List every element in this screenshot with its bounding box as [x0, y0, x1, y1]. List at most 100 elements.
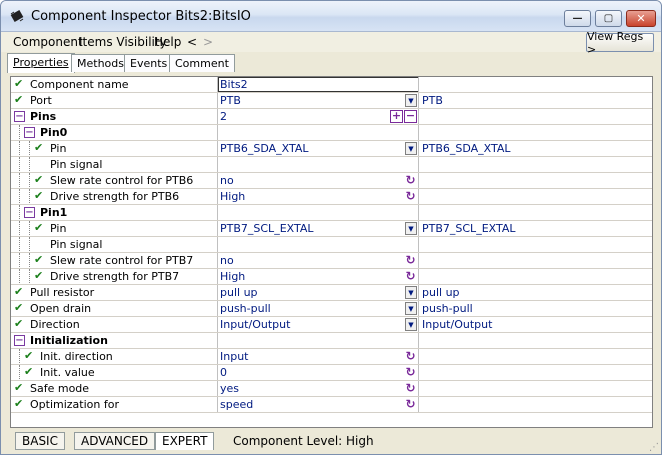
property-extra-cell: [420, 205, 652, 220]
menu-forward[interactable]: >: [203, 35, 213, 49]
checkmark-icon: ✔: [34, 173, 44, 186]
collapse-icon[interactable]: −: [14, 111, 25, 122]
reset-icon[interactable]: ↻: [404, 174, 417, 187]
title-bar[interactable]: Component Inspector Bits2:BitsIO — ▢ ✕: [1, 1, 661, 32]
property-value-cell[interactable]: speed ↻: [218, 397, 419, 412]
collapse-icon[interactable]: −: [24, 127, 35, 138]
property-value-cell[interactable]: High ↻: [218, 189, 419, 204]
property-row[interactable]: ✔ Component name Bits2: [11, 77, 652, 93]
close-button[interactable]: ✕: [626, 10, 656, 27]
property-row[interactable]: ✔ Safe mode yes ↻: [11, 381, 652, 397]
remove-pin-icon[interactable]: −: [404, 110, 417, 123]
property-value-cell[interactable]: Bits2: [218, 77, 419, 92]
tab-events[interactable]: Events: [124, 54, 174, 72]
checkmark-icon: ✔: [34, 253, 44, 266]
property-row[interactable]: ✔ Open drain push-pull ▼ push-pull: [11, 301, 652, 317]
reset-icon[interactable]: ↻: [404, 382, 417, 395]
reset-icon[interactable]: ↻: [404, 398, 417, 411]
property-row[interactable]: ✔ Optimization for speed ↻: [11, 397, 652, 413]
menu-component[interactable]: Component: [13, 35, 83, 49]
property-name-cell: − Pin0: [11, 125, 218, 140]
collapse-icon[interactable]: −: [14, 335, 25, 346]
view-regs-button[interactable]: View Regs >: [586, 30, 654, 56]
tab-methods[interactable]: Methods: [71, 54, 130, 72]
tab-properties[interactable]: Properties: [7, 53, 75, 73]
property-row[interactable]: − Pin0: [11, 125, 652, 141]
property-value-cell[interactable]: 0 ↻: [218, 365, 419, 380]
tab-comment[interactable]: Comment: [169, 54, 235, 72]
property-row[interactable]: ✔ Direction Input/Output ▼ Input/Output: [11, 317, 652, 333]
property-name-cell: ✔ Init. direction: [11, 349, 218, 364]
tree-line: [19, 237, 20, 252]
minimize-button[interactable]: —: [564, 10, 591, 27]
property-extra-cell: [420, 269, 652, 284]
property-row[interactable]: − Pins 2 + −: [11, 109, 652, 125]
property-value-cell[interactable]: pull up ▼: [218, 285, 419, 300]
tree-line: [29, 237, 30, 252]
tree-line: [29, 189, 30, 204]
add-pin-icon[interactable]: +: [390, 110, 403, 123]
property-row[interactable]: ✔ Slew rate control for PTB6 no ↻: [11, 173, 652, 189]
property-row[interactable]: ✔ Drive strength for PTB6 High ↻: [11, 189, 652, 205]
property-value-cell[interactable]: PTB ▼: [218, 93, 419, 108]
dropdown-arrow-icon[interactable]: ▼: [405, 142, 417, 155]
dropdown-arrow-icon[interactable]: ▼: [405, 222, 417, 235]
property-row[interactable]: ✔ Slew rate control for PTB7 no ↻: [11, 253, 652, 269]
property-row[interactable]: ✔ Pin PTB7_SCL_EXTAL ▼ PTB7_SCL_EXTAL: [11, 221, 652, 237]
property-value: speed: [220, 398, 254, 411]
property-value-cell[interactable]: 2 + −: [218, 109, 419, 124]
property-row[interactable]: Pin signal: [11, 157, 652, 173]
property-value-cell[interactable]: Input/Output ▼: [218, 317, 419, 332]
property-extra-cell: PTB: [420, 93, 652, 108]
reset-icon[interactable]: ↻: [404, 350, 417, 363]
property-value-cell[interactable]: push-pull ▼: [218, 301, 419, 316]
reset-icon[interactable]: ↻: [404, 366, 417, 379]
maximize-button[interactable]: ▢: [595, 10, 622, 27]
menu-back[interactable]: <: [187, 35, 197, 49]
property-value-cell[interactable]: PTB7_SCL_EXTAL ▼: [218, 221, 419, 236]
property-row[interactable]: ✔ Pull resistor pull up ▼ pull up: [11, 285, 652, 301]
property-value-cell[interactable]: PTB6_SDA_XTAL ▼: [218, 141, 419, 156]
property-value: PTB6_SDA_XTAL: [220, 142, 309, 155]
checkmark-icon: ✔: [24, 349, 34, 362]
property-value-cell[interactable]: [218, 157, 419, 172]
property-extra-value: Input/Output: [422, 318, 493, 331]
dropdown-arrow-icon[interactable]: ▼: [405, 286, 417, 299]
property-value-cell[interactable]: [218, 125, 419, 140]
minimize-icon: —: [572, 13, 583, 24]
property-row[interactable]: ✔ Drive strength for PTB7 High ↻: [11, 269, 652, 285]
property-value-cell[interactable]: yes ↻: [218, 381, 419, 396]
tree-line: [19, 221, 20, 236]
property-row[interactable]: − Pin1: [11, 205, 652, 221]
property-name-cell: ✔ Safe mode: [11, 381, 218, 396]
dropdown-arrow-icon[interactable]: ▼: [405, 94, 417, 107]
property-value-cell[interactable]: [218, 237, 419, 252]
dropdown-arrow-icon[interactable]: ▼: [405, 302, 417, 315]
level-advanced-button[interactable]: ADVANCED: [74, 432, 156, 450]
checkmark-icon: ✔: [24, 365, 34, 378]
reset-icon[interactable]: ↻: [404, 270, 417, 283]
property-value-cell[interactable]: [218, 205, 419, 220]
property-value-cell[interactable]: High ↻: [218, 269, 419, 284]
component-name-input[interactable]: [218, 77, 418, 92]
dropdown-arrow-icon[interactable]: ▼: [405, 318, 417, 331]
property-row[interactable]: ✔ Init. value 0 ↻: [11, 365, 652, 381]
property-row[interactable]: Pin signal: [11, 237, 652, 253]
property-row[interactable]: ✔ Init. direction Input ↻: [11, 349, 652, 365]
property-value-cell[interactable]: Input ↻: [218, 349, 419, 364]
reset-icon[interactable]: ↻: [404, 254, 417, 267]
collapse-icon[interactable]: −: [24, 207, 35, 218]
level-basic-button[interactable]: BASIC: [15, 432, 65, 450]
property-row[interactable]: ✔ Port PTB ▼ PTB: [11, 93, 652, 109]
property-row[interactable]: ✔ Pin PTB6_SDA_XTAL ▼ PTB6_SDA_XTAL: [11, 141, 652, 157]
property-row[interactable]: − Initialization: [11, 333, 652, 349]
property-value-cell[interactable]: no ↻: [218, 173, 419, 188]
property-extra-value: PTB6_SDA_XTAL: [422, 142, 511, 155]
reset-icon[interactable]: ↻: [404, 190, 417, 203]
property-name: Initialization: [30, 334, 108, 347]
property-value-cell[interactable]: no ↻: [218, 253, 419, 268]
menu-help[interactable]: Help: [154, 35, 181, 49]
resize-grip-icon[interactable]: ⋰: [649, 442, 659, 453]
level-expert-button[interactable]: EXPERT: [155, 432, 215, 450]
property-value-cell[interactable]: [218, 333, 419, 348]
